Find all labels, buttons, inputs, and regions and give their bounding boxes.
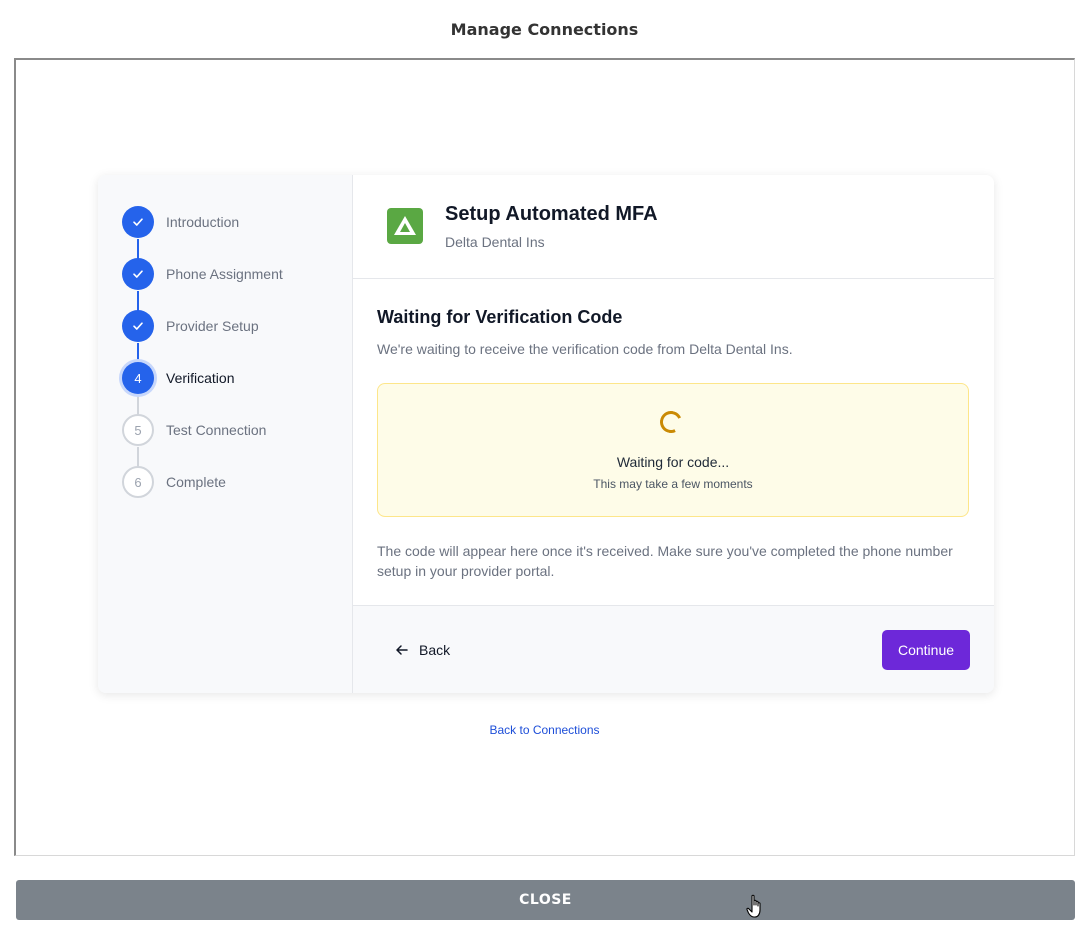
back-to-connections-link[interactable]: Back to Connections — [0, 723, 1089, 737]
close-button[interactable]: CLOSE — [16, 880, 1075, 920]
panel-footer: Back Continue — [353, 605, 994, 693]
section-title: Waiting for Verification Code — [377, 307, 623, 327]
steps-sidebar: Introduction Phone Assignment Provider S… — [98, 175, 353, 693]
modal-title: Manage Connections — [450, 19, 639, 39]
step-connector — [137, 291, 139, 311]
continue-button[interactable]: Continue — [882, 630, 970, 670]
spinner-icon — [656, 407, 686, 437]
step-label: Test Connection — [166, 422, 267, 438]
step-label: Phone Assignment — [166, 266, 283, 282]
step-connector — [137, 395, 139, 415]
panel-header: Setup Automated MFA Delta Dental Ins — [353, 175, 994, 279]
step-test-connection: 5 Test Connection — [122, 414, 266, 446]
step-label: Introduction — [166, 214, 240, 230]
info-note: The code will appear here once it's rece… — [377, 543, 953, 579]
hand-cursor-icon — [746, 894, 766, 925]
step-connector — [137, 343, 139, 363]
setup-card: Introduction Phone Assignment Provider S… — [98, 175, 994, 693]
step-label: Complete — [166, 474, 226, 490]
step-introduction: Introduction — [122, 206, 239, 238]
delta-logo-icon — [387, 208, 423, 244]
check-icon — [122, 258, 154, 290]
step-label: Verification — [166, 370, 235, 386]
waiting-subtitle: This may take a few moments — [593, 477, 753, 491]
step-number: 4 — [122, 362, 154, 394]
step-connector — [137, 447, 139, 467]
step-label: Provider Setup — [166, 318, 259, 334]
step-number: 6 — [122, 466, 154, 498]
step-provider-setup: Provider Setup — [122, 310, 259, 342]
step-verification: 4 Verification — [122, 362, 234, 394]
waiting-title: Waiting for code... — [616, 454, 730, 470]
provider-name: Delta Dental Ins — [445, 234, 545, 250]
page-title: Setup Automated MFA — [445, 203, 658, 225]
step-complete: 6 Complete — [122, 466, 226, 498]
check-icon — [122, 310, 154, 342]
step-connector — [137, 239, 139, 259]
back-label: Back — [419, 642, 451, 658]
arrow-left-icon — [395, 643, 409, 657]
check-icon — [122, 206, 154, 238]
main-panel: Setup Automated MFA Delta Dental Ins Wai… — [353, 175, 994, 693]
back-button[interactable]: Back — [381, 630, 464, 670]
waiting-box: Waiting for code... This may take a few … — [377, 383, 969, 517]
step-phone-assignment: Phone Assignment — [122, 258, 283, 290]
step-number: 5 — [122, 414, 154, 446]
section-description: We're waiting to receive the verificatio… — [377, 341, 793, 357]
